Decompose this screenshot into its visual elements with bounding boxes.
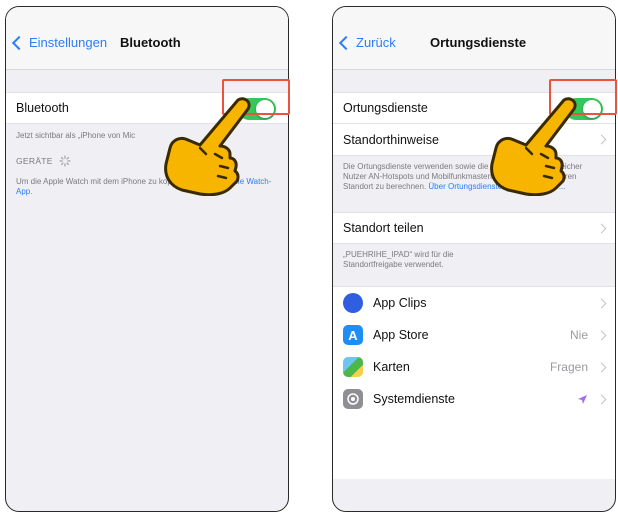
- app-list: App Clips A App Store Nie Karten Fragen …: [333, 286, 615, 479]
- app-row-app-store[interactable]: A App Store Nie: [333, 319, 615, 351]
- app-label: App Clips: [373, 296, 427, 310]
- maps-icon: [343, 357, 363, 377]
- app-row-app-clips[interactable]: App Clips: [333, 287, 615, 319]
- page-title: Ortungsdienste: [430, 35, 527, 50]
- location-services-label: Ortungsdienste: [343, 101, 428, 115]
- row-value: [577, 394, 607, 405]
- app-label: App Store: [373, 328, 429, 342]
- bluetooth-label: Bluetooth: [16, 101, 69, 115]
- settings-gear-icon: [343, 389, 363, 409]
- chevron-right-icon: [596, 330, 607, 340]
- location-arrow-icon: [578, 394, 587, 404]
- app-label: Systemdienste: [373, 392, 455, 406]
- app-label: Karten: [373, 360, 410, 374]
- back-label: Zurück: [356, 35, 396, 50]
- devices-header-label: GERÄTE: [16, 156, 53, 166]
- back-button[interactable]: Einstellungen: [11, 35, 108, 51]
- chevron-right-icon: [596, 134, 607, 145]
- share-location-label: Standort teilen: [343, 221, 424, 235]
- row-value: Fragen: [550, 360, 607, 374]
- row-value: [594, 223, 607, 233]
- back-label: Einstellungen: [29, 35, 108, 50]
- page-title: Bluetooth: [120, 35, 181, 50]
- pointing-hand-icon: [490, 97, 577, 196]
- row-value: Nie: [570, 328, 607, 342]
- app-row-karten[interactable]: Karten Fragen: [333, 351, 615, 383]
- navigation-bar: Zurück Ortungsdienste: [333, 7, 615, 70]
- back-button[interactable]: Zurück: [338, 35, 396, 51]
- share-location-note: „PUEHRIHE_IPAD“ wird für die Standortfre…: [343, 250, 454, 269]
- row-value: [588, 298, 607, 308]
- app-row-systemdienste[interactable]: Systemdienste: [333, 383, 615, 415]
- chevron-right-icon: [596, 223, 607, 233]
- app-clips-icon: [343, 293, 363, 313]
- loading-spinner-icon: [59, 155, 71, 167]
- row-value: [594, 134, 607, 145]
- share-location-row[interactable]: Standort teilen: [333, 212, 615, 244]
- app-store-icon: A: [343, 325, 363, 345]
- navigation-bar: Einstellungen Bluetooth: [6, 7, 288, 70]
- chevron-left-icon: [338, 35, 354, 51]
- chevron-right-icon: [596, 298, 607, 308]
- chevron-left-icon: [11, 35, 27, 51]
- location-hints-label: Standorthinweise: [343, 132, 439, 147]
- chevron-right-icon: [596, 394, 607, 404]
- chevron-right-icon: [596, 362, 607, 372]
- pointing-hand-icon: [164, 97, 251, 196]
- apple-watch-note-end: .: [30, 187, 33, 196]
